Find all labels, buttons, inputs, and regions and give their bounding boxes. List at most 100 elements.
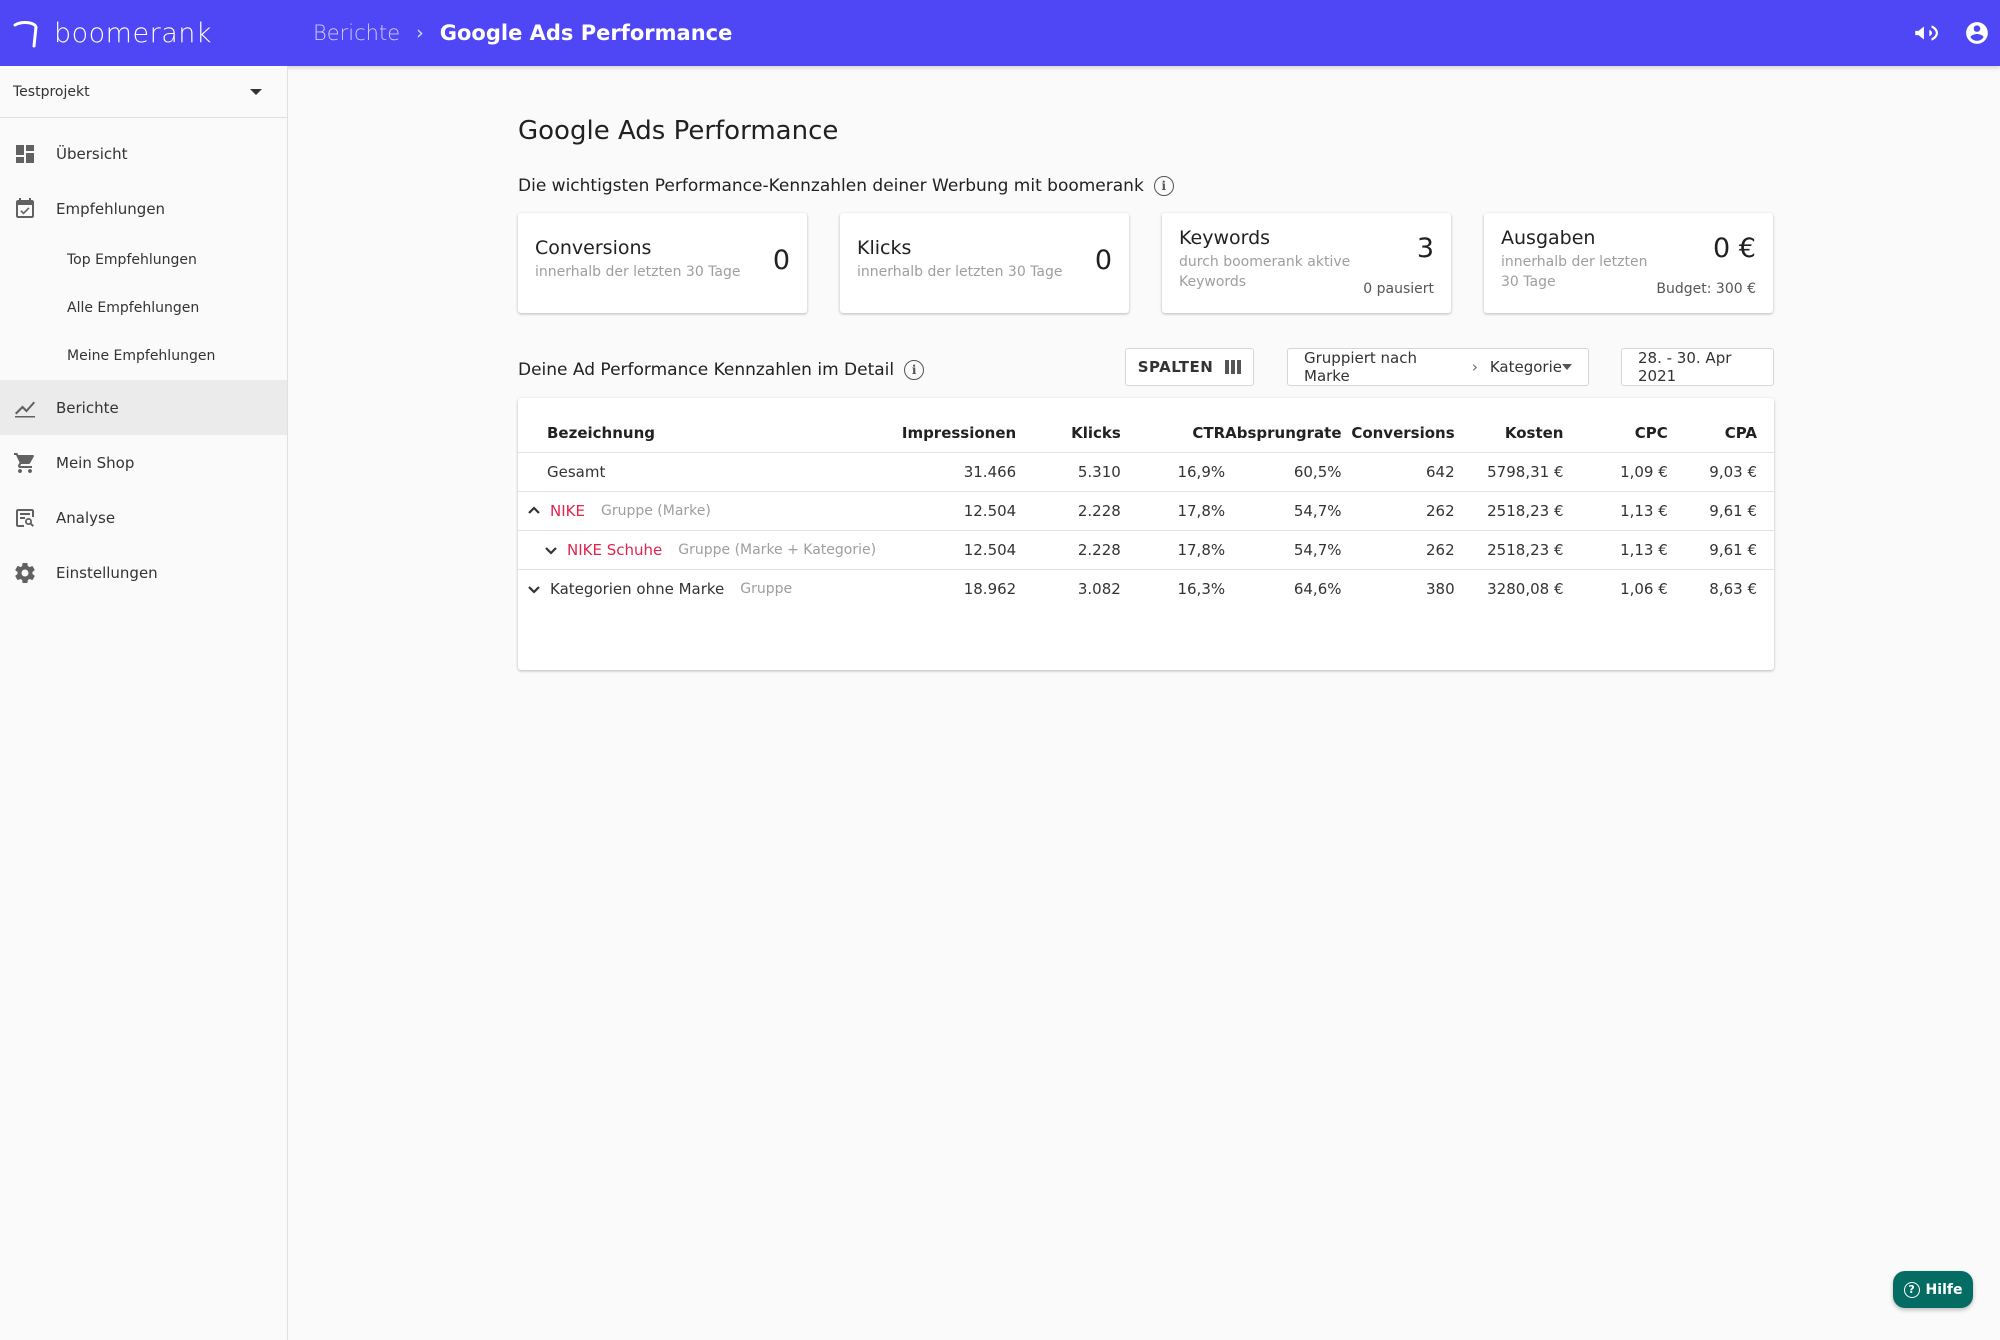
table-cell: 2518,23 € xyxy=(1454,529,1564,569)
table-cell: 642 xyxy=(1341,451,1455,491)
sidebar-item-mein-shop[interactable]: Mein Shop xyxy=(0,435,287,490)
row-name-cell: NIKE Schuhe Gruppe (Marke + Kategorie) xyxy=(518,529,877,569)
kpi-card-note: 0 pausiert xyxy=(1363,281,1434,297)
table-cell: 31.466 xyxy=(876,451,1017,491)
chevron-down-icon[interactable] xyxy=(543,542,559,558)
column-header[interactable]: Bezeichnung xyxy=(518,398,876,452)
table-cell: 1,13 € xyxy=(1563,490,1668,530)
row-name-cell: NIKE Gruppe (Marke) xyxy=(518,490,877,530)
detail-section-title: Deine Ad Performance Kennzahlen im Detai… xyxy=(518,360,925,380)
calendar-check-icon xyxy=(12,196,38,222)
breadcrumb-separator: › xyxy=(416,22,424,44)
date-range-picker[interactable]: 28. - 30. Apr 2021 xyxy=(1621,348,1774,386)
table-row[interactable]: NIKE Schuhe Gruppe (Marke + Kategorie) 1… xyxy=(518,529,1774,569)
kpi-cards: Conversions innerhalb der letzten 30 Tag… xyxy=(518,213,1774,313)
kpi-section-title: Die wichtigsten Performance-Kennzahlen d… xyxy=(518,176,1174,196)
kpi-card-title: Keywords xyxy=(1179,227,1271,249)
chevron-down-icon xyxy=(250,88,262,95)
sidebar-item-label: Mein Shop xyxy=(56,453,135,472)
kpi-card-value: 0 xyxy=(1094,245,1112,276)
kpi-card-subtitle: durch boomerank aktive Keywords xyxy=(1179,254,1351,290)
info-icon[interactable]: i xyxy=(1153,176,1174,196)
grouping-prefix: Gruppiert nach Marke xyxy=(1304,349,1418,385)
row-name-cell: Kategorien ohne Marke Gruppe xyxy=(518,568,877,608)
account-icon[interactable] xyxy=(1964,20,1990,46)
kpi-card-title: Conversions xyxy=(535,237,652,259)
kpi-card-title: Klicks xyxy=(857,237,912,259)
table-cell: 17,8% xyxy=(1120,490,1226,530)
sidebar-item-label: Einstellungen xyxy=(56,563,158,582)
grouping-value: Kategorie xyxy=(1489,358,1562,376)
sidebar-item-label: Übersicht xyxy=(56,144,128,163)
project-name: Testprojekt xyxy=(13,83,90,100)
kpi-card-klicks: Klicks innerhalb der letzten 30 Tage 0 xyxy=(840,213,1129,313)
column-header[interactable]: Kosten xyxy=(1455,398,1564,452)
column-header[interactable]: Klicks xyxy=(1016,398,1121,452)
view-columns-icon xyxy=(1225,360,1242,374)
sidebar-item-analyse[interactable]: Analyse xyxy=(0,490,287,545)
table-cell: 54,7% xyxy=(1225,529,1342,569)
cart-icon xyxy=(12,450,38,476)
breadcrumb-current: Google Ads Performance xyxy=(439,21,733,45)
breadcrumb: Berichte › Google Ads Performance xyxy=(313,0,732,66)
info-icon[interactable]: i xyxy=(904,360,925,380)
table-cell: 8,63 € xyxy=(1667,568,1774,608)
table-cell: 262 xyxy=(1341,490,1455,530)
table-header-row: Bezeichnung Impressionen Klicks CTR Absp… xyxy=(518,398,1774,452)
grouping-select[interactable]: Gruppiert nach Marke › Kategorie xyxy=(1287,348,1589,386)
sidebar-item-empfehlungen[interactable]: Empfehlungen xyxy=(0,181,287,236)
performance-table: Bezeichnung Impressionen Klicks CTR Absp… xyxy=(518,398,1774,608)
date-range-label: 28. - 30. Apr 2021 xyxy=(1638,349,1732,385)
table-cell: 262 xyxy=(1341,529,1455,569)
help-icon: ? xyxy=(1903,1281,1920,1298)
row-name[interactable]: Kategorien ohne Marke xyxy=(550,580,724,598)
column-header[interactable]: Impressionen xyxy=(876,398,1016,452)
row-name[interactable]: NIKE Schuhe xyxy=(567,541,662,559)
table-cell: 2518,23 € xyxy=(1454,490,1564,530)
sidebar-item-label: Berichte xyxy=(56,398,119,417)
sidebar-item-uebersicht[interactable]: Übersicht xyxy=(0,126,287,181)
grouping-separator: › xyxy=(1471,358,1478,376)
column-header[interactable]: CTR xyxy=(1121,398,1225,452)
kpi-card-subtitle: innerhalb der letzten 30 Tage xyxy=(535,264,741,280)
help-button[interactable]: ? Hilfe xyxy=(1893,1271,1973,1308)
column-header[interactable]: Absprungrate xyxy=(1225,398,1341,452)
logo[interactable]: boomerank xyxy=(12,17,212,49)
logo-text: boomerank xyxy=(54,17,212,49)
sidebar-item-einstellungen[interactable]: Einstellungen xyxy=(0,545,287,600)
breadcrumb-parent[interactable]: Berichte xyxy=(313,21,400,45)
table-cell: 17,8% xyxy=(1120,529,1226,569)
column-header[interactable]: Conversions xyxy=(1342,398,1454,452)
detail-section-label: Deine Ad Performance Kennzahlen im Detai… xyxy=(518,360,895,380)
kpi-card-value: 0 xyxy=(772,245,790,276)
row-name[interactable]: NIKE xyxy=(550,502,585,520)
table-cell: 3280,08 € xyxy=(1454,568,1564,608)
columns-button[interactable]: SPALTEN xyxy=(1125,348,1254,386)
sidebar-subitem-alle-empfehlungen[interactable]: Alle Empfehlungen xyxy=(0,284,287,332)
sidebar-item-label: Analyse xyxy=(56,508,116,527)
sidebar-subitem-top-empfehlungen[interactable]: Top Empfehlungen xyxy=(0,236,287,284)
boomerang-logo-icon xyxy=(13,21,38,48)
column-header[interactable]: CPA xyxy=(1668,398,1774,452)
table-cell: 9,61 € xyxy=(1667,529,1774,569)
table-cell: 16,9% xyxy=(1120,451,1226,491)
sidebar-subitem-meine-empfehlungen[interactable]: Meine Empfehlungen xyxy=(0,332,287,380)
megaphone-icon[interactable] xyxy=(1912,20,1938,46)
column-header[interactable]: CPC xyxy=(1563,398,1668,452)
table-cell: 380 xyxy=(1341,568,1455,608)
help-button-label: Hilfe xyxy=(1925,1281,1963,1298)
table-row[interactable]: NIKE Gruppe (Marke) 12.504 2.228 17,8% 5… xyxy=(518,490,1774,530)
chevron-down-icon[interactable] xyxy=(526,581,542,597)
table-cell: 2.228 xyxy=(1016,490,1121,530)
table-cell: 5.310 xyxy=(1016,451,1121,491)
kpi-card-ausgaben: Ausgaben innerhalb der letzten 30 Tage 0… xyxy=(1484,213,1773,313)
sidebar-item-berichte[interactable]: Berichte xyxy=(0,380,287,435)
table-row[interactable]: Kategorien ohne Marke Gruppe 18.962 3.08… xyxy=(518,568,1774,608)
chevron-up-icon[interactable] xyxy=(526,503,542,519)
table-cell: 16,3% xyxy=(1120,568,1226,608)
columns-button-label: SPALTEN xyxy=(1137,358,1214,376)
project-selector[interactable]: Testprojekt xyxy=(0,66,287,118)
table-cell: 64,6% xyxy=(1225,568,1342,608)
table-cell: 9,03 € xyxy=(1667,451,1774,491)
table-cell: 3.082 xyxy=(1016,568,1121,608)
